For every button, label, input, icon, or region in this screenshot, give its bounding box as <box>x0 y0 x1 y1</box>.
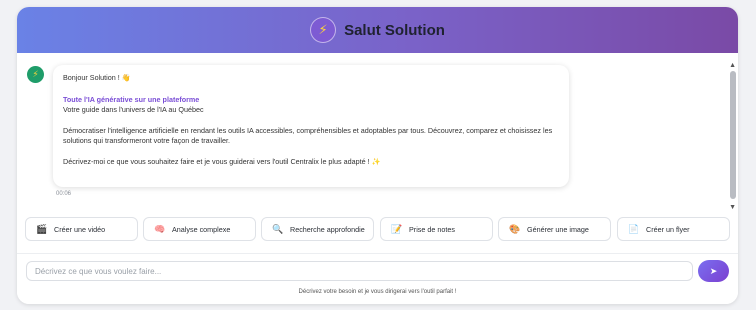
composer: ➤ Décrivez votre besoin et je vous dirig… <box>17 253 738 304</box>
send-button[interactable]: ➤ <box>698 260 729 282</box>
app-header: ⚡ Salut Solution <box>17 7 738 53</box>
message-body: Démocratiser l'intelligence artificielle… <box>63 126 553 145</box>
message-greeting: Bonjour Solution ! 👋 <box>63 73 131 82</box>
chat-messages-area[interactable]: ⚡ Bonjour Solution ! 👋 Toute l'IA généra… <box>17 53 738 213</box>
suggestion-label: Analyse complexe <box>172 224 231 234</box>
chat-app-window: ⚡ Salut Solution ⚡ Bonjour Solution ! 👋 … <box>17 7 738 304</box>
suggestion-generate-image[interactable]: 🎨 Générer une image <box>498 217 611 241</box>
palette-icon: 🎨 <box>509 223 521 234</box>
suggestion-chips: 🎬 Créer une vidéo 🧠 Analyse complexe 🔍 R… <box>25 217 730 241</box>
bot-message-bubble: Bonjour Solution ! 👋 Toute l'IA générati… <box>53 65 569 187</box>
message-timestamp: 00:06 <box>56 191 72 197</box>
message-input[interactable] <box>26 261 693 281</box>
send-arrow-icon: ➤ <box>709 265 718 276</box>
suggestion-label: Créer une vidéo <box>54 224 106 234</box>
scroll-up-arrow-icon[interactable]: ▲ <box>729 62 736 69</box>
suggestion-label: Recherche approfondie <box>290 224 365 234</box>
chat-scrollbar[interactable]: ▲ ▼ <box>728 57 738 211</box>
message-subtitle: Votre guide dans l'univers de l'IA au Qu… <box>63 105 204 114</box>
composer-hint: Décrivez votre besoin et je vous diriger… <box>298 289 457 295</box>
suggestion-create-flyer[interactable]: 📄 Créer un flyer <box>617 217 730 241</box>
lightning-icon: ⚡ <box>310 17 337 43</box>
suggestion-label: Générer une image <box>527 224 589 234</box>
brain-icon: 🧠 <box>154 223 166 234</box>
suggestion-label: Créer un flyer <box>646 224 690 234</box>
bot-avatar: ⚡ <box>27 66 44 83</box>
document-icon: 📄 <box>628 223 640 234</box>
clapperboard-icon: 🎬 <box>36 223 48 234</box>
scrollbar-thumb[interactable] <box>730 71 736 199</box>
message-prompt: Décrivez-moi ce que vous souhaitez faire… <box>63 157 381 166</box>
message-headline: Toute l'IA générative sur une plateforme <box>63 95 200 104</box>
suggestion-create-video[interactable]: 🎬 Créer une vidéo <box>25 217 138 241</box>
suggestion-deep-research[interactable]: 🔍 Recherche approfondie <box>261 217 374 241</box>
magnifier-icon: 🔍 <box>272 223 284 234</box>
suggestion-complex-analysis[interactable]: 🧠 Analyse complexe <box>143 217 256 241</box>
scroll-down-arrow-icon[interactable]: ▼ <box>729 204 736 211</box>
notepad-icon: 📝 <box>391 223 403 234</box>
suggestion-label: Prise de notes <box>409 224 455 234</box>
suggestion-note-taking[interactable]: 📝 Prise de notes <box>380 217 493 241</box>
app-title: Salut Solution <box>344 21 445 39</box>
